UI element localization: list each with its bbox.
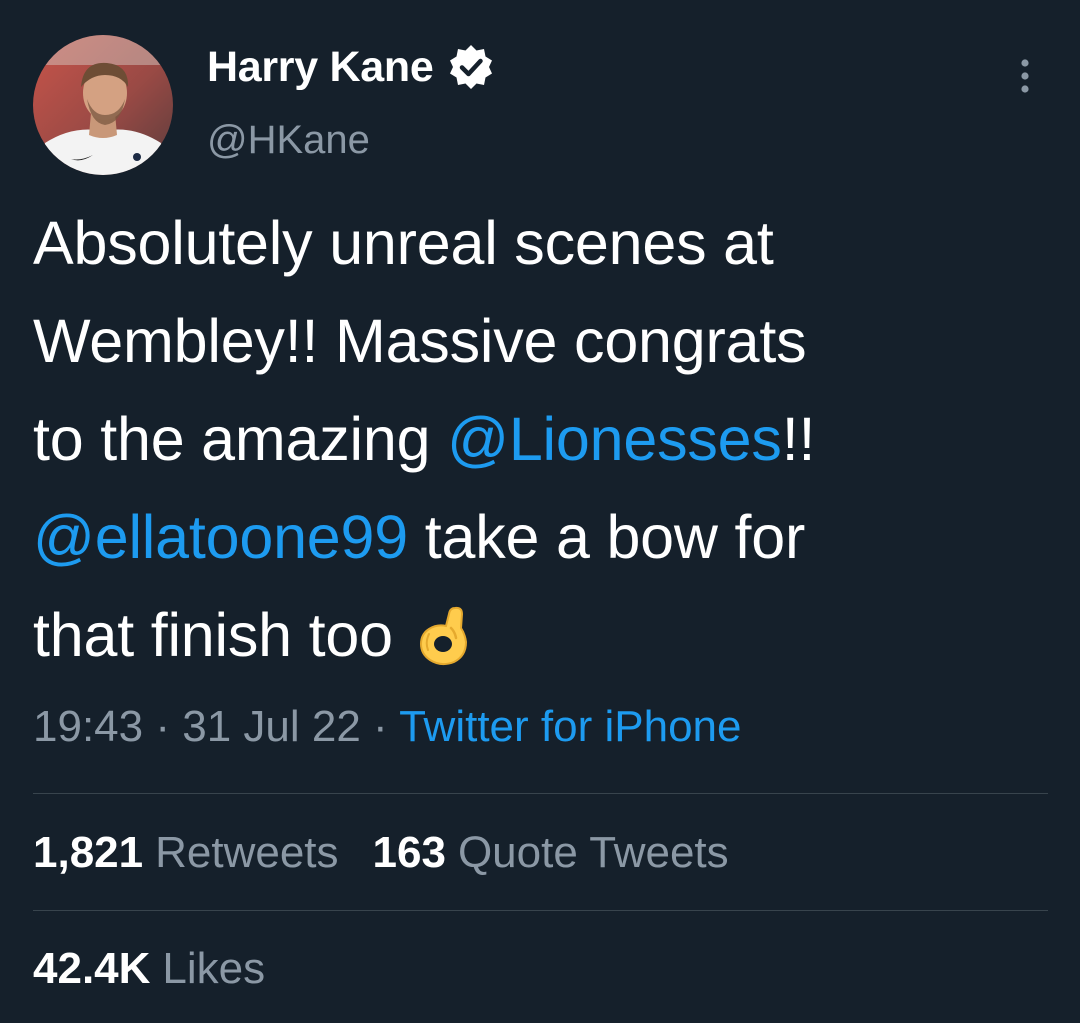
likes-label: Likes xyxy=(162,944,266,993)
quote-tweets-count: 163 xyxy=(372,828,446,877)
mention-ellatoone99[interactable]: @ellatoone99 xyxy=(33,503,408,571)
verified-badge-icon xyxy=(447,43,495,91)
avatar[interactable] xyxy=(33,35,173,175)
likes-stat[interactable]: 42.4K Likes xyxy=(33,944,265,994)
tweet-time[interactable]: 19:43 xyxy=(33,702,143,751)
tweet-detail: Harry Kane @HKane Absolutely unreal scen… xyxy=(0,0,1080,1023)
tweet-line-3-text: to the amazing xyxy=(33,405,448,473)
mention-lionesses[interactable]: @Lionesses xyxy=(447,405,782,473)
quote-tweets-label: Quote Tweets xyxy=(457,828,729,877)
ok-hand-emoji xyxy=(415,596,477,694)
engagement-stats-row: 1,821 Retweets 163 Quote Tweets xyxy=(33,828,729,878)
meta-separator: · xyxy=(360,702,400,751)
tweet-line-2: Wembley!! Massive congrats xyxy=(33,307,807,375)
display-name[interactable]: Harry Kane xyxy=(207,43,434,92)
more-options-icon[interactable] xyxy=(1012,56,1038,96)
retweets-stat[interactable]: 1,821 Retweets xyxy=(33,828,339,878)
tweet-date[interactable]: 31 Jul 22 xyxy=(182,702,361,751)
tweet-line-1: Absolutely unreal scenes at xyxy=(33,209,774,277)
divider xyxy=(33,793,1048,794)
quote-tweets-stat[interactable]: 163 Quote Tweets xyxy=(373,828,729,878)
author-handle[interactable]: @HKane xyxy=(207,118,370,163)
tweet-text: Absolutely unreal scenes at Wembley!! Ma… xyxy=(33,194,1053,694)
tweet-meta: 19:43 · 31 Jul 22 · Twitter for iPhone xyxy=(33,702,741,752)
meta-separator: · xyxy=(143,702,183,751)
retweets-label: Retweets xyxy=(155,828,339,877)
retweets-count: 1,821 xyxy=(33,828,144,877)
tweet-line-4-text: take a bow for xyxy=(407,503,806,571)
tweet-line-3-end: !! xyxy=(781,405,816,473)
avatar-photo xyxy=(33,35,173,175)
author-name-row[interactable]: Harry Kane xyxy=(207,42,495,92)
tweet-source-link[interactable]: Twitter for iPhone xyxy=(399,702,741,751)
tweet-line-5: that finish too xyxy=(33,601,393,669)
divider xyxy=(33,910,1048,911)
likes-stats-row: 42.4K Likes xyxy=(33,944,265,994)
likes-count: 42.4K xyxy=(33,944,151,993)
